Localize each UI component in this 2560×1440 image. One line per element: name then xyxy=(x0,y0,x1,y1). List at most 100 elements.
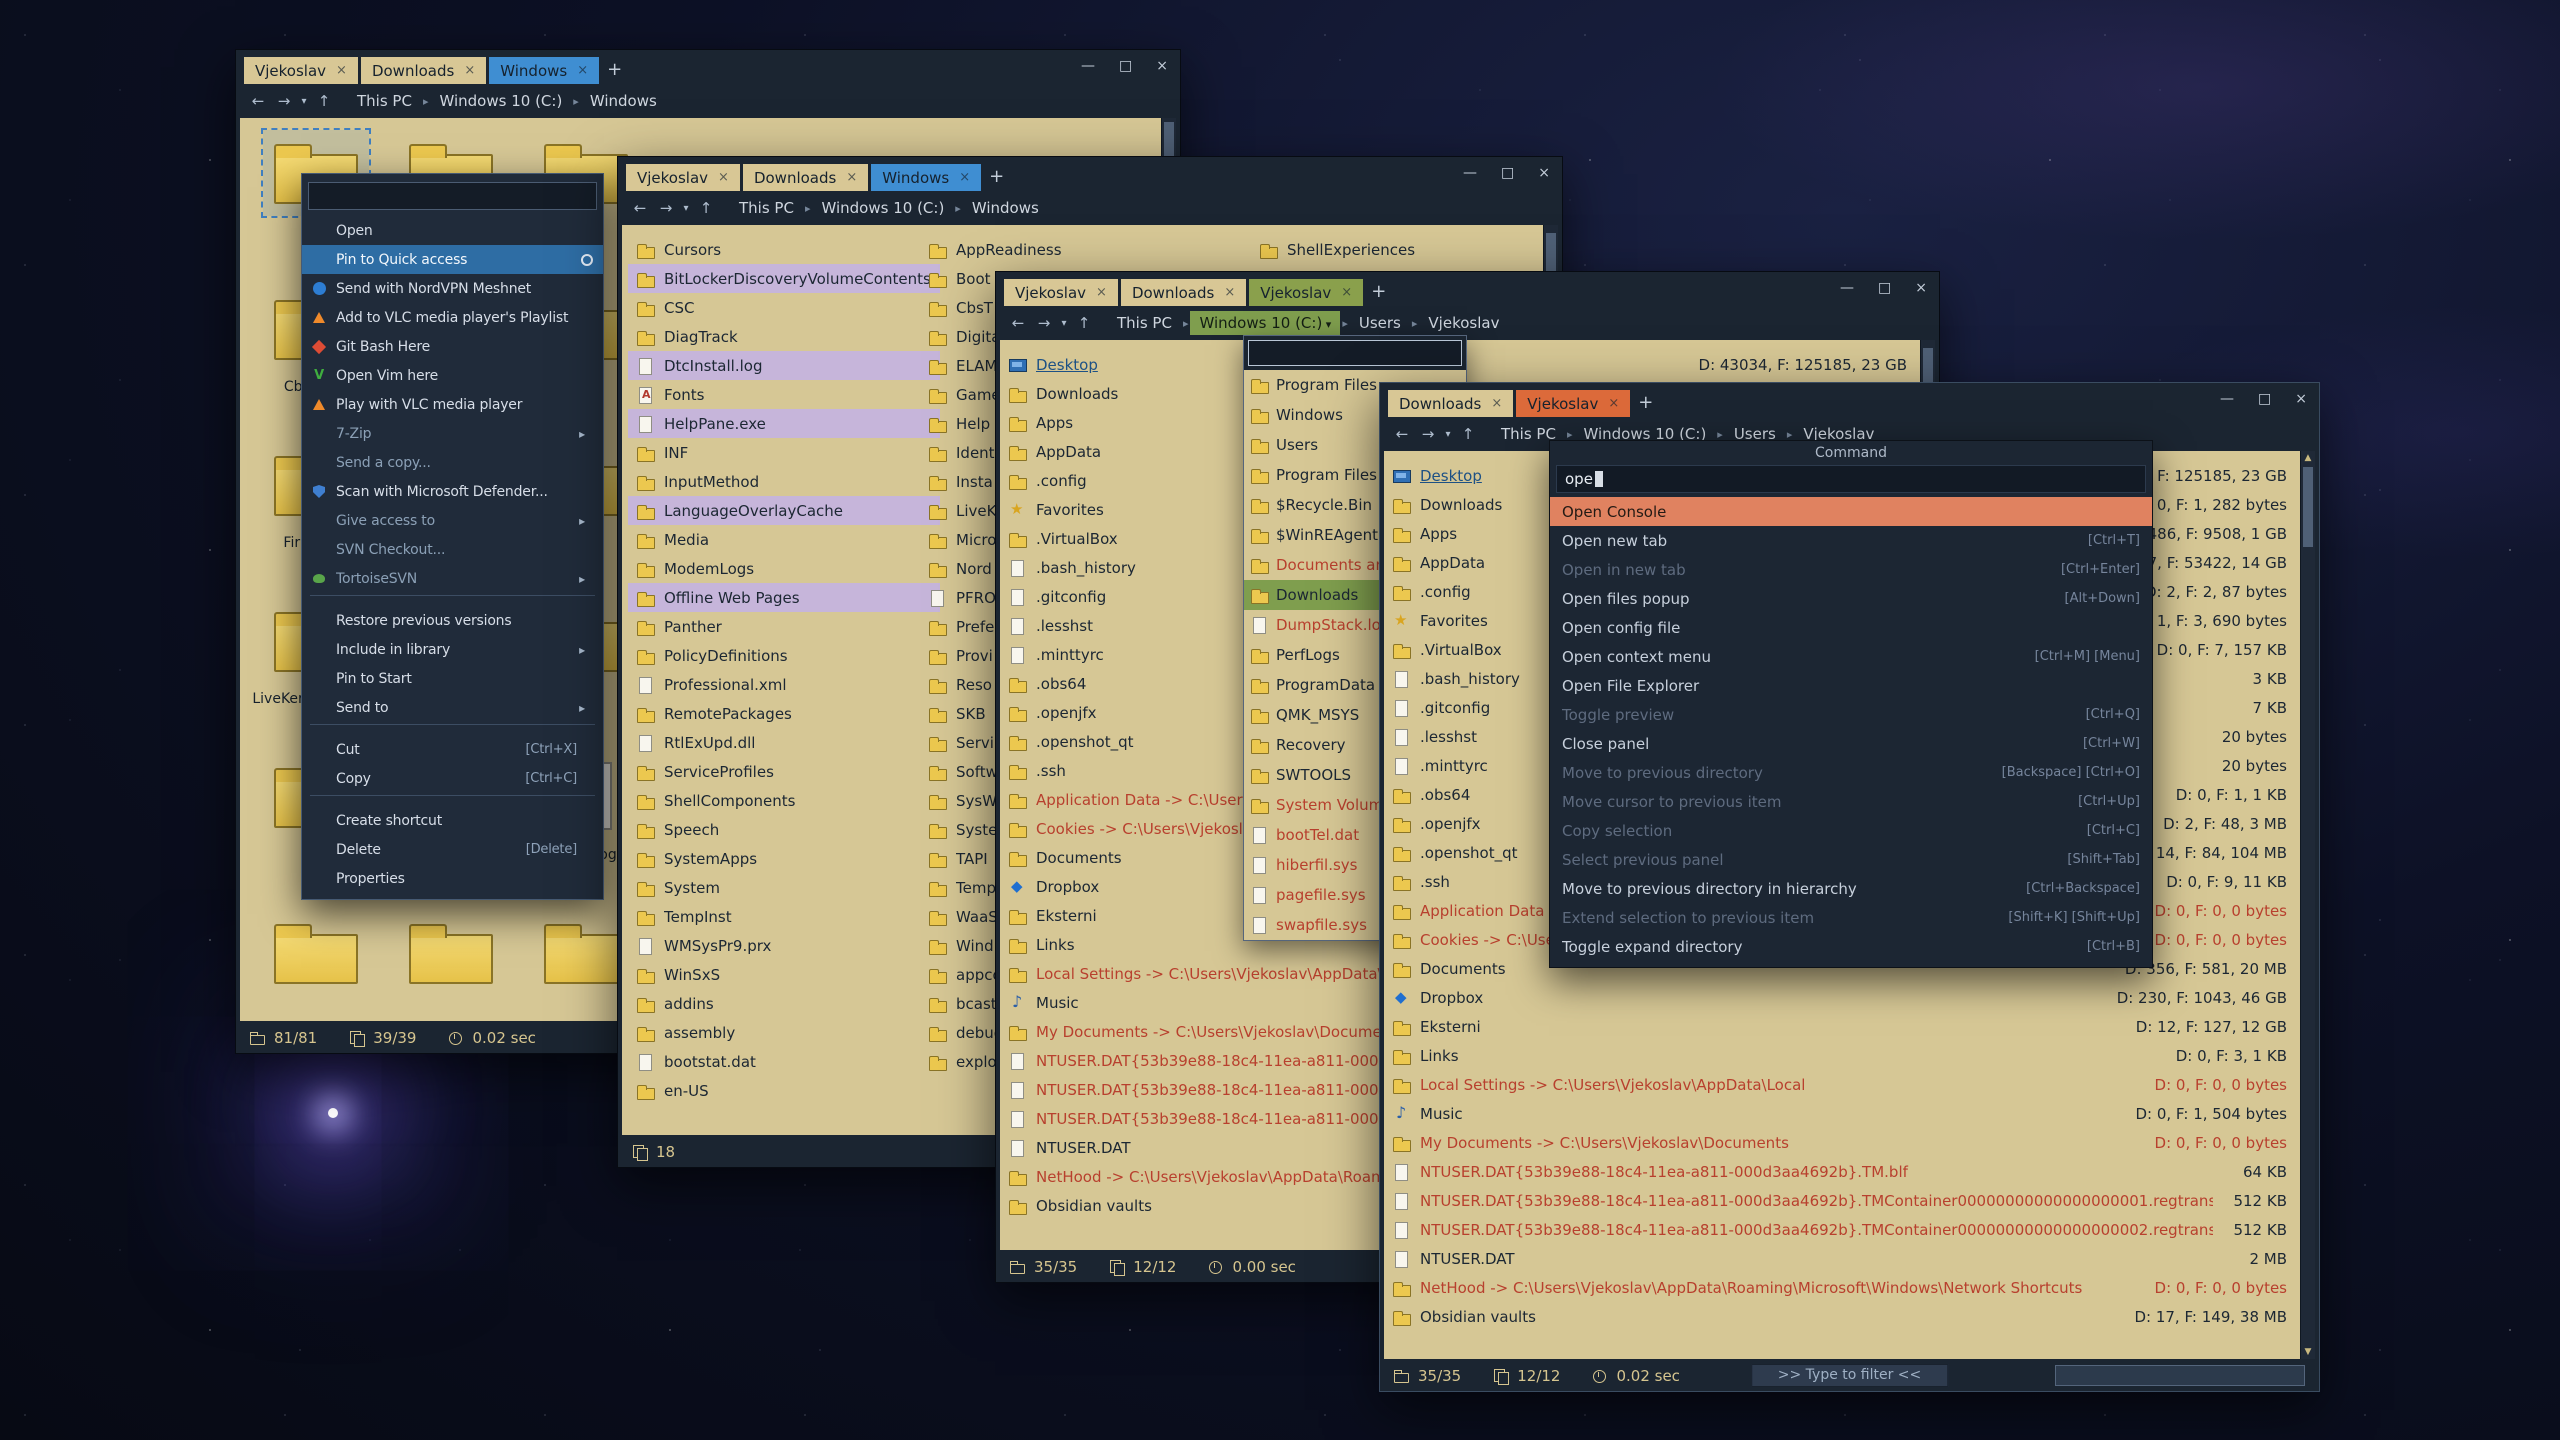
file-row[interactable]: MusicD: 0, F: 1, 504 bytes xyxy=(1384,1099,2295,1128)
file-row[interactable]: WinSxS xyxy=(628,960,940,989)
tab-close-icon[interactable]: × xyxy=(1341,285,1352,300)
file-row[interactable]: DiagTrack xyxy=(628,322,940,351)
command-item[interactable]: Close panel[Ctrl+W] xyxy=(1550,729,2152,758)
dropdown-filter-input[interactable] xyxy=(1248,340,1462,366)
file-row[interactable]: DropboxD: 230, F: 1043, 46 GB xyxy=(1384,983,2295,1012)
file-row[interactable]: Panther xyxy=(628,612,940,641)
close-button[interactable]: × xyxy=(2295,392,2307,406)
context-menu-item[interactable]: Send a copy... xyxy=(302,448,603,477)
new-tab-button[interactable]: + xyxy=(1371,281,1386,302)
context-menu-item[interactable]: Scan with Microsoft Defender... xyxy=(302,477,603,506)
command-item[interactable]: Toggle preview[Ctrl+Q] xyxy=(1550,700,2152,729)
tab[interactable]: Vjekoslav× xyxy=(1004,279,1118,306)
context-menu-item[interactable]: 7-Zip▸ xyxy=(302,419,603,448)
command-item[interactable]: Open context menu[Ctrl+M] [Menu] xyxy=(1550,642,2152,671)
maximize-button[interactable]: □ xyxy=(2258,392,2271,406)
tab[interactable]: Windows× xyxy=(871,164,981,191)
context-menu-filter-input[interactable] xyxy=(308,182,597,210)
file-row[interactable]: en-US xyxy=(628,1076,940,1105)
file-row[interactable]: Cursors xyxy=(628,235,940,264)
command-item[interactable]: Open Console xyxy=(1550,497,2152,526)
new-tab-button[interactable]: + xyxy=(1638,392,1653,413)
forward-button[interactable]: → xyxy=(272,92,296,110)
command-item[interactable]: Open new tab[Ctrl+T] xyxy=(1550,526,2152,555)
file-row[interactable]: LinksD: 0, F: 3, 1 KB xyxy=(1384,1041,2295,1070)
breadcrumb-item[interactable]: Windows xyxy=(963,196,1048,220)
context-menu-item[interactable]: Copy[Ctrl+C] xyxy=(302,764,603,793)
breadcrumb-item[interactable]: This PC xyxy=(348,89,421,113)
command-item[interactable]: Open File Explorer xyxy=(1550,671,2152,700)
context-menu-item[interactable]: Play with VLC media player xyxy=(302,390,603,419)
history-dropdown-icon[interactable]: ▾ xyxy=(1442,429,1454,440)
tab[interactable]: Downloads× xyxy=(1388,390,1513,417)
file-row[interactable]: Professional.xml xyxy=(628,670,940,699)
grid-item[interactable] xyxy=(383,906,518,1021)
context-menu-item[interactable]: Cut[Ctrl+X] xyxy=(302,735,603,764)
command-item[interactable]: Toggle expand directory[Ctrl+B] xyxy=(1550,932,2152,961)
history-dropdown-icon[interactable]: ▾ xyxy=(1058,318,1070,329)
context-menu-item[interactable] xyxy=(310,595,595,604)
command-item[interactable]: Open in new tab[Ctrl+Enter] xyxy=(1550,555,2152,584)
command-item[interactable]: Move to previous directory in hierarchy[… xyxy=(1550,874,2152,903)
file-row[interactable]: NTUSER.DAT{53b39e88-18c4-11ea-a811-000d3… xyxy=(1384,1186,2295,1215)
history-dropdown-icon[interactable]: ▾ xyxy=(298,96,310,107)
new-tab-button[interactable]: + xyxy=(989,166,1004,187)
file-row[interactable]: ServiceProfiles xyxy=(628,757,940,786)
context-menu-item[interactable]: Open Vim here xyxy=(302,361,603,390)
file-row[interactable]: NTUSER.DAT{53b39e88-18c4-11ea-a811-000d3… xyxy=(1384,1215,2295,1244)
tab[interactable]: Windows× xyxy=(489,57,599,84)
file-row[interactable]: System xyxy=(628,873,940,902)
file-row[interactable]: ShellExperiences xyxy=(1251,235,1551,264)
context-menu-item[interactable] xyxy=(310,724,595,733)
file-row[interactable]: Speech xyxy=(628,815,940,844)
command-item[interactable]: Open config file xyxy=(1550,613,2152,642)
file-row[interactable]: INF xyxy=(628,438,940,467)
context-menu-item[interactable]: Git Bash Here xyxy=(302,332,603,361)
status-filter-input[interactable] xyxy=(2055,1365,2305,1386)
tab-close-icon[interactable]: × xyxy=(1491,396,1502,411)
scrollbar-thumb[interactable] xyxy=(2303,467,2313,547)
forward-button[interactable]: → xyxy=(1032,314,1056,332)
context-menu-item[interactable] xyxy=(310,795,595,804)
file-row[interactable]: My Documents -> C:\Users\Vjekoslav\Docum… xyxy=(1384,1128,2295,1157)
breadcrumb-item[interactable]: Windows 10 (C:) xyxy=(812,196,953,220)
context-menu-item[interactable]: Open xyxy=(302,216,603,245)
context-menu-item[interactable]: Add to VLC media player's Playlist xyxy=(302,303,603,332)
scroll-up-icon[interactable]: ▲ xyxy=(2301,453,2315,463)
file-row[interactable]: HelpPane.exe xyxy=(628,409,940,438)
minimize-button[interactable]: — xyxy=(1081,59,1095,73)
tab[interactable]: Vjekoslav× xyxy=(626,164,740,191)
tab-close-icon[interactable]: × xyxy=(959,170,970,185)
file-row[interactable]: EksterniD: 12, F: 127, 12 GB xyxy=(1384,1012,2295,1041)
breadcrumb-item[interactable]: Windows xyxy=(581,89,666,113)
command-item[interactable]: Extend selection to previous item[Shift+… xyxy=(1550,903,2152,932)
context-menu-item[interactable]: Pin to Quick access xyxy=(302,245,603,274)
titlebar[interactable]: Downloads×Vjekoslav× + — □ × xyxy=(1380,383,2319,417)
breadcrumb-item[interactable]: Windows 10 (C:) ▾ xyxy=(1190,311,1340,335)
command-palette-input[interactable]: ope xyxy=(1556,465,2146,493)
tab[interactable]: Vjekoslav× xyxy=(1516,390,1630,417)
file-row[interactable]: DtcInstall.log xyxy=(628,351,940,380)
minimize-button[interactable]: — xyxy=(1463,166,1477,180)
file-row[interactable]: Media xyxy=(628,525,940,554)
context-menu-item[interactable]: TortoiseSVN▸ xyxy=(302,564,603,593)
grid-item[interactable] xyxy=(248,906,383,1021)
type-to-filter-hint[interactable]: >> Type to filter << xyxy=(1751,1364,1949,1387)
breadcrumb-item[interactable]: This PC xyxy=(730,196,803,220)
titlebar[interactable]: Vjekoslav×Downloads×Windows× + — □ × xyxy=(236,50,1180,84)
tab-close-icon[interactable]: × xyxy=(577,63,588,78)
context-menu-item[interactable]: Properties xyxy=(302,864,603,893)
command-item[interactable]: Move cursor to previous item[Ctrl+Up] xyxy=(1550,787,2152,816)
context-menu-item[interactable]: Send with NordVPN Meshnet xyxy=(302,274,603,303)
tab[interactable]: Downloads× xyxy=(743,164,868,191)
tab-close-icon[interactable]: × xyxy=(1608,396,1619,411)
file-row[interactable]: NetHood -> C:\Users\Vjekoslav\AppData\Ro… xyxy=(1384,1273,2295,1302)
forward-button[interactable]: → xyxy=(1416,425,1440,443)
back-button[interactable]: ← xyxy=(246,92,270,110)
up-button[interactable]: ↑ xyxy=(1456,425,1480,443)
file-row[interactable]: SystemApps xyxy=(628,844,940,873)
tab-close-icon[interactable]: × xyxy=(464,63,475,78)
context-menu-item[interactable]: Give access to▸ xyxy=(302,506,603,535)
minimize-button[interactable]: — xyxy=(2220,392,2234,406)
file-row[interactable]: ModemLogs xyxy=(628,554,940,583)
